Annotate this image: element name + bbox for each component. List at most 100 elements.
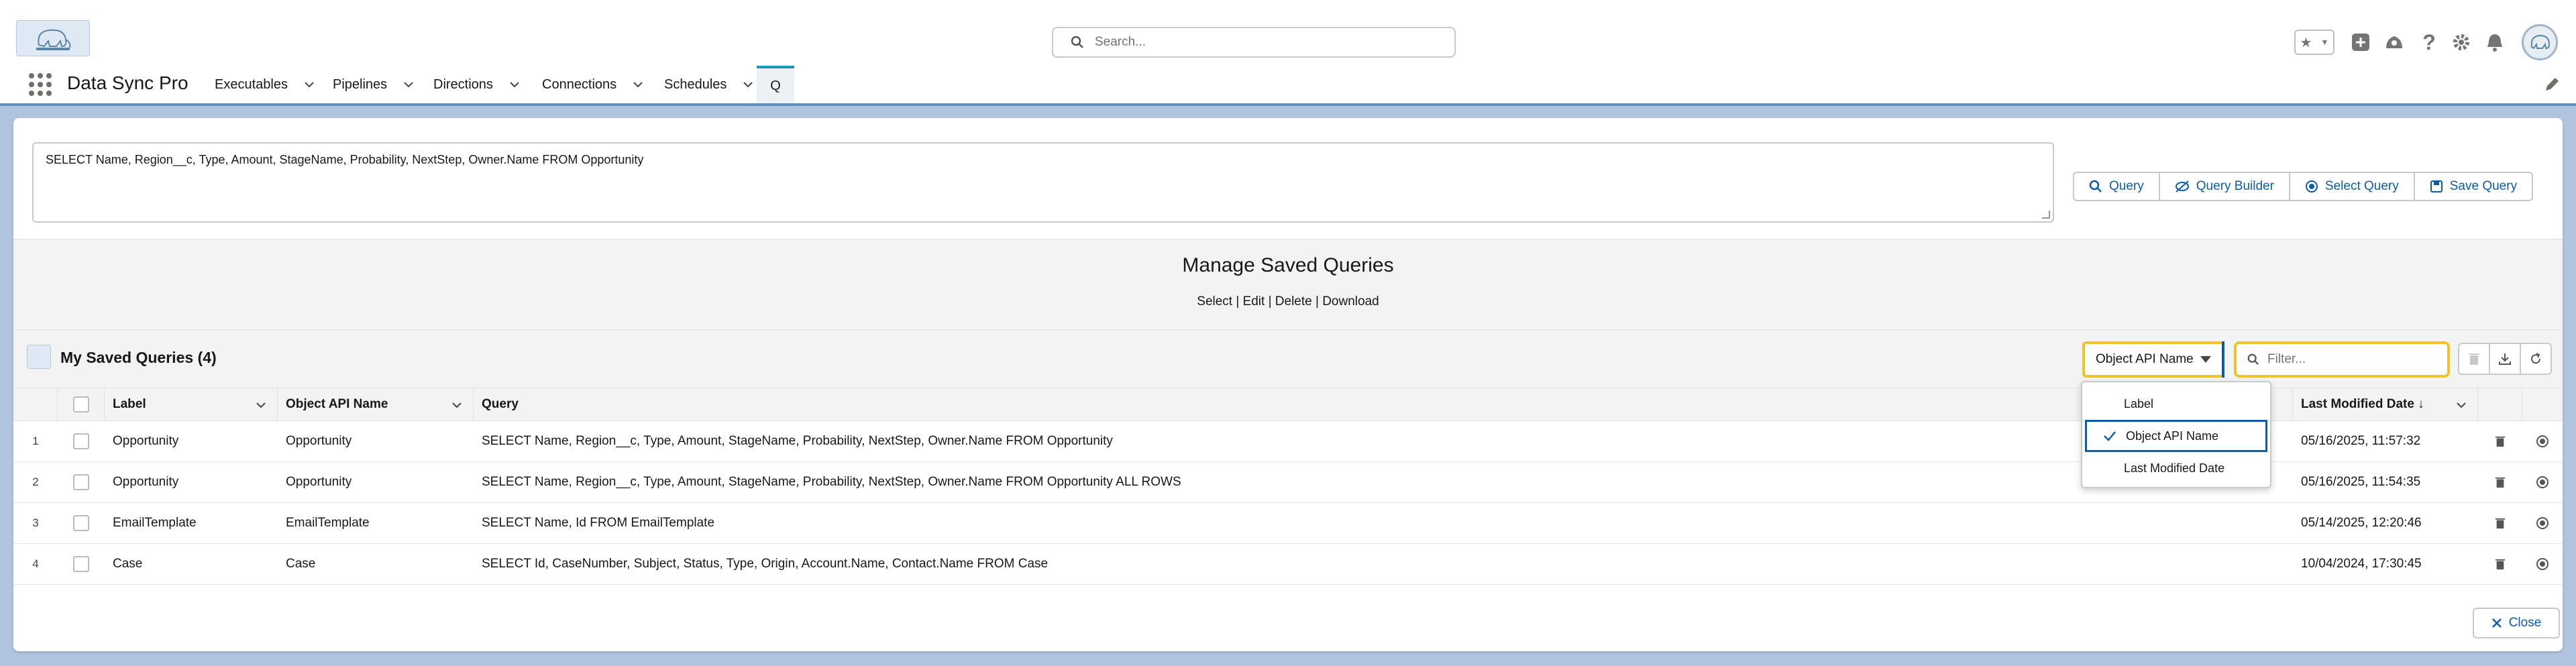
download-button[interactable] [2489, 343, 2521, 375]
download-icon [2499, 353, 2511, 365]
column-header-label[interactable]: Label [105, 388, 278, 421]
select-query-button-label: Select Query [2324, 179, 2399, 193]
edit-nav-pencil-icon[interactable] [2542, 75, 2561, 94]
column-header-object[interactable]: Object API Name [278, 388, 474, 421]
dropdown-option-last-modified-date[interactable]: Last Modified Date [2082, 452, 2270, 484]
focus-indicator [2222, 341, 2224, 378]
favorites-star-icon[interactable]: ★ [2300, 34, 2312, 51]
cell-query: SELECT Name, Region__c, Type, Amount, St… [482, 434, 1113, 448]
table-row[interactable]: 3 EmailTemplate EmailTemplate SELECT Nam… [13, 503, 2563, 544]
delete-row-icon[interactable] [2478, 544, 2522, 584]
close-icon [2491, 618, 2502, 628]
avatar[interactable] [2522, 24, 2558, 60]
nav-item-connections[interactable]: Connections [542, 66, 645, 103]
select-row-target-icon[interactable] [2522, 421, 2563, 461]
add-icon[interactable] [2348, 30, 2373, 55]
search-icon [2247, 353, 2259, 365]
cell-label: EmailTemplate [113, 516, 197, 530]
chevron-down-icon[interactable] [631, 78, 645, 91]
close-button[interactable]: Close [2473, 608, 2560, 639]
refresh-icon [2531, 353, 2541, 364]
column-header-query[interactable]: Query [474, 388, 2293, 421]
query-builder-icon [2175, 180, 2189, 192]
manage-actions-help: Select | Edit | Delete | Download [1197, 294, 1379, 309]
search-icon [2089, 180, 2102, 192]
chevron-down-icon[interactable] [450, 398, 464, 412]
select-all-checkbox[interactable] [72, 396, 89, 412]
query-button-label: Query [2109, 179, 2144, 193]
nav-item-executables[interactable]: Executables [215, 66, 316, 103]
query-button[interactable]: Query [2073, 172, 2160, 201]
save-query-button[interactable]: Save Query [2413, 172, 2534, 201]
select-row-target-icon[interactable] [2522, 503, 2563, 543]
cell-date: 05/16/2025, 11:57:32 [2301, 434, 2421, 448]
chevron-down-icon[interactable] [2455, 398, 2468, 412]
org-logo[interactable] [16, 20, 90, 56]
chevron-down-icon[interactable] [741, 78, 755, 91]
filter-field-dropdown: Label Object API Name Last Modified Date [2081, 381, 2271, 488]
table-row[interactable]: 4 Case Case SELECT Id, CaseNumber, Subje… [13, 544, 2563, 585]
cell-query: SELECT Id, CaseNumber, Subject, Status, … [482, 557, 1049, 571]
delete-row-icon[interactable] [2478, 503, 2522, 543]
delete-row-icon[interactable] [2478, 421, 2522, 461]
elephant-logo-icon [36, 29, 71, 50]
tab-q-active[interactable]: Q [757, 66, 794, 103]
soql-query-textarea[interactable]: SELECT Name, Region__c, Type, Amount, St… [32, 142, 2054, 223]
select-row-target-icon[interactable] [2522, 544, 2563, 584]
global-search-input[interactable]: Search... [1052, 27, 1456, 58]
row-number: 2 [32, 476, 39, 488]
filter-input[interactable]: Filter... [2234, 341, 2450, 378]
select-all-header [58, 388, 105, 421]
save-query-button-label: Save Query [2449, 179, 2518, 193]
select-row-target-icon[interactable] [2522, 462, 2563, 502]
column-header-select [2522, 388, 2563, 421]
row-checkbox[interactable] [73, 433, 89, 449]
chevron-down-icon[interactable] [402, 78, 415, 91]
column-header-date[interactable]: Last Modified Date ↓ [2293, 388, 2478, 421]
query-builder-button[interactable]: Query Builder [2158, 172, 2290, 201]
cell-object: Case [286, 557, 316, 571]
delete-selected-button[interactable] [2458, 343, 2490, 375]
row-number-header [13, 388, 58, 421]
favorites-menu-icon[interactable]: ▼ [2321, 38, 2329, 47]
row-number: 4 [32, 557, 39, 570]
refresh-button[interactable] [2520, 343, 2552, 375]
nav-item-pipelines[interactable]: Pipelines [333, 66, 415, 103]
select-query-button[interactable]: Select Query [2288, 172, 2415, 201]
nav-item-directions[interactable]: Directions [433, 66, 521, 103]
notifications-bell-icon[interactable] [2482, 30, 2508, 55]
favorites-button[interactable]: ★ ▼ [2294, 30, 2334, 55]
delete-row-icon[interactable] [2478, 462, 2522, 502]
chevron-down-icon[interactable] [508, 78, 521, 91]
cell-query: SELECT Name, Id FROM EmailTemplate [482, 516, 715, 530]
app-launcher-grid-icon[interactable] [28, 72, 52, 97]
search-placeholder: Search... [1095, 35, 1146, 49]
row-checkbox-cell [58, 462, 105, 502]
column-header-delete [2478, 388, 2522, 421]
list-app-icon [27, 345, 51, 369]
chevron-down-icon[interactable] [303, 78, 316, 91]
chevron-down-icon[interactable] [254, 398, 268, 412]
nav-item-label: Connections [542, 76, 617, 92]
cell-label: Opportunity [113, 434, 179, 448]
row-checkbox[interactable] [73, 515, 89, 531]
cell-date: 05/14/2025, 12:20:46 [2301, 516, 2422, 530]
row-checkbox[interactable] [73, 474, 89, 490]
filter-field-select[interactable]: Object API Name [2082, 341, 2224, 378]
list-title: My Saved Queries (4) [60, 349, 217, 366]
resize-handle[interactable] [2042, 211, 2050, 219]
cell-object: Opportunity [286, 475, 352, 489]
target-icon [2305, 180, 2318, 192]
nav-item-schedules[interactable]: Schedules [664, 66, 755, 103]
dropdown-option-label[interactable]: Label [2082, 388, 2270, 420]
cell-label: Case [113, 557, 143, 571]
dropdown-option-object-api-name[interactable]: Object API Name [2085, 420, 2267, 452]
nav-item-label: Schedules [664, 76, 727, 92]
filter-placeholder: Filter... [2267, 352, 2306, 366]
check-icon [2104, 431, 2116, 441]
help-icon[interactable]: ? [2416, 30, 2442, 55]
setup-gear-icon[interactable] [2449, 30, 2474, 55]
trailhead-icon[interactable] [2381, 30, 2407, 55]
row-checkbox[interactable] [73, 556, 89, 572]
query-text: SELECT Name, Region__c, Type, Amount, St… [46, 153, 644, 166]
